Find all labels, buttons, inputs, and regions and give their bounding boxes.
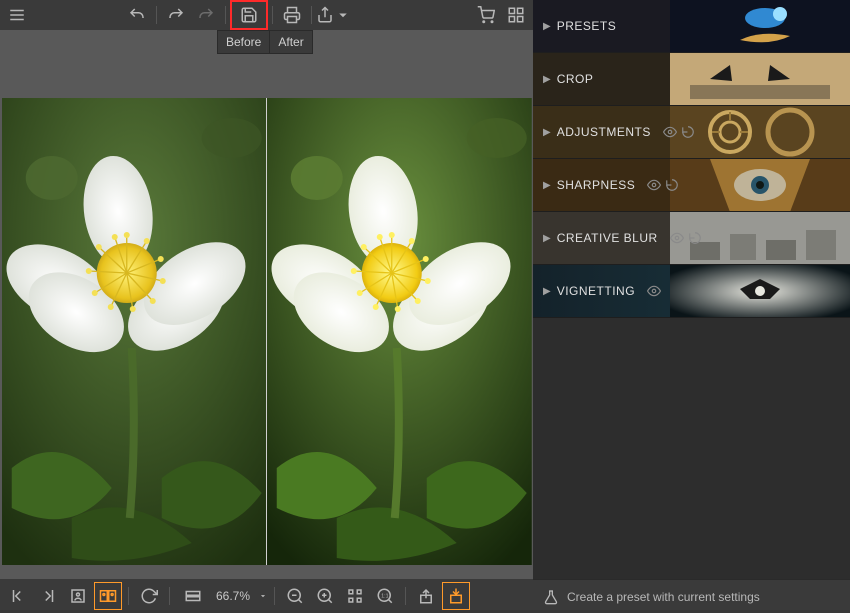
panel-sharpness[interactable]: ▶ SHARPNESS xyxy=(533,159,850,212)
share-button[interactable] xyxy=(316,1,352,29)
save-button[interactable] xyxy=(230,0,268,30)
panel-label: VIGNETTING xyxy=(557,284,635,298)
accordion: ▶ PRESETS ▶ CROP ▶ ADJUSTMENTS xyxy=(533,0,850,579)
eye-icon[interactable] xyxy=(647,178,661,192)
menu-button[interactable] xyxy=(2,1,32,29)
chevron-down-icon[interactable] xyxy=(258,591,268,601)
svg-text:1:1: 1:1 xyxy=(381,594,388,600)
panel-label: CROP xyxy=(557,72,594,86)
prev-image-button[interactable] xyxy=(4,582,32,610)
panel-thumbnail xyxy=(670,159,850,212)
chevron-right-icon: ▶ xyxy=(543,21,551,32)
zoom-in-button[interactable] xyxy=(311,582,339,610)
create-preset-button[interactable]: Create a preset with current settings xyxy=(533,579,850,613)
actual-size-button[interactable]: 1:1 xyxy=(371,582,399,610)
panel-label: ADJUSTMENTS xyxy=(557,125,651,139)
split-view xyxy=(2,98,532,565)
chevron-right-icon: ▶ xyxy=(543,127,551,138)
panel-crop[interactable]: ▶ CROP xyxy=(533,53,850,106)
print-button[interactable] xyxy=(277,1,307,29)
eye-icon[interactable] xyxy=(670,231,684,245)
zoom-readout[interactable]: 66.7% xyxy=(212,589,256,603)
tools-button[interactable] xyxy=(176,582,210,610)
panel-thumbnail xyxy=(670,106,850,159)
panel-creative-blur[interactable]: ▶ CREATIVE BLUR xyxy=(533,212,850,265)
reset-icon[interactable] xyxy=(665,178,679,192)
chevron-right-icon: ▶ xyxy=(543,286,551,297)
redo-button[interactable] xyxy=(161,1,191,29)
zoom-out-button[interactable] xyxy=(281,582,309,610)
adjustments-panel: ▶ PRESETS ▶ CROP ▶ ADJUSTMENTS xyxy=(533,0,850,613)
separator xyxy=(225,6,226,24)
eye-icon[interactable] xyxy=(663,125,677,139)
before-label: Before xyxy=(217,30,270,54)
fit-button[interactable] xyxy=(341,582,369,610)
bottom-toolbar: 66.7% 1:1 xyxy=(0,579,533,613)
undo-button[interactable] xyxy=(122,1,152,29)
single-view-button[interactable] xyxy=(64,582,92,610)
image-canvas[interactable] xyxy=(0,54,533,579)
panel-thumbnail xyxy=(670,53,850,106)
compare-view-button[interactable] xyxy=(94,582,122,610)
panel-label: PRESETS xyxy=(557,19,617,33)
separator xyxy=(156,6,157,24)
top-toolbar xyxy=(0,0,533,30)
separator xyxy=(405,587,406,605)
after-pane xyxy=(267,98,532,565)
editor-panel: Before After xyxy=(0,0,533,613)
eye-icon[interactable] xyxy=(647,284,661,298)
chevron-right-icon: ▶ xyxy=(543,74,551,85)
panel-adjustments[interactable]: ▶ ADJUSTMENTS xyxy=(533,106,850,159)
reset-icon[interactable] xyxy=(681,125,695,139)
panel-presets[interactable]: ▶ PRESETS xyxy=(533,0,850,53)
separator xyxy=(311,6,312,24)
compare-labels: Before After xyxy=(0,30,533,54)
panel-label: CREATIVE BLUR xyxy=(557,231,658,245)
export-button[interactable] xyxy=(442,582,470,610)
panel-label: SHARPNESS xyxy=(557,178,636,192)
import-button[interactable] xyxy=(412,582,440,610)
separator xyxy=(274,587,275,605)
chevron-right-icon: ▶ xyxy=(543,233,551,244)
panel-vignetting[interactable]: ▶ VIGNETTING xyxy=(533,265,850,318)
panel-thumbnail xyxy=(670,0,850,53)
reset-icon[interactable] xyxy=(688,231,702,245)
cart-button[interactable] xyxy=(471,1,501,29)
batch-button[interactable] xyxy=(501,1,531,29)
next-image-button[interactable] xyxy=(34,582,62,610)
create-preset-label: Create a preset with current settings xyxy=(567,590,760,604)
after-label: After xyxy=(270,30,312,54)
separator xyxy=(128,587,129,605)
rotate-button[interactable] xyxy=(135,582,163,610)
separator xyxy=(272,6,273,24)
flask-icon xyxy=(543,589,559,605)
redo-history-button[interactable] xyxy=(191,1,221,29)
chevron-right-icon: ▶ xyxy=(543,180,551,191)
panel-thumbnail xyxy=(670,265,850,318)
before-pane xyxy=(2,98,267,565)
separator xyxy=(169,587,170,605)
